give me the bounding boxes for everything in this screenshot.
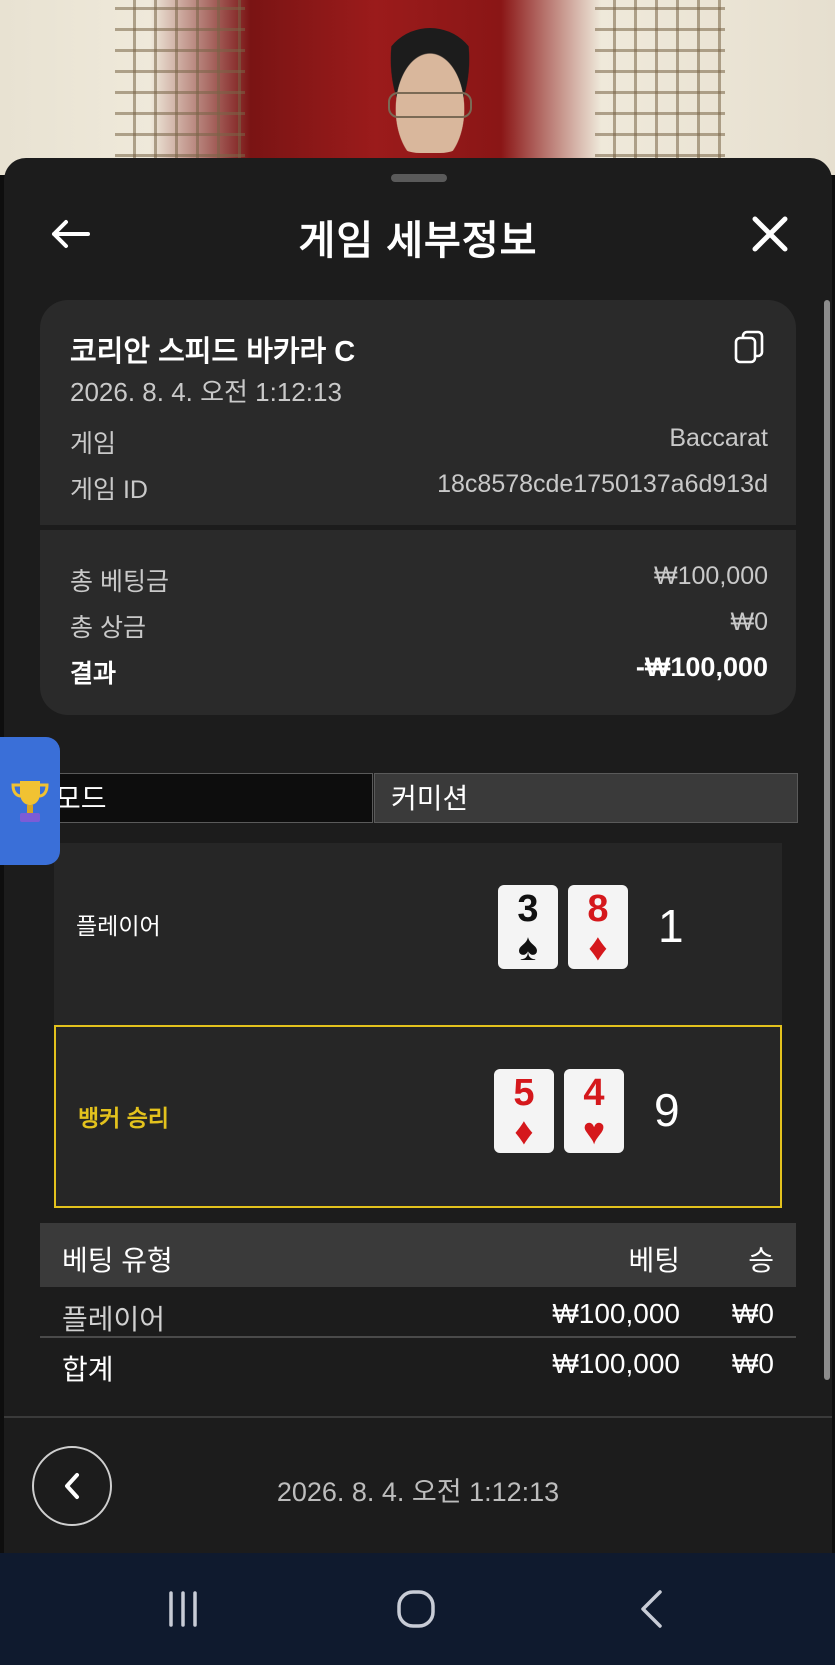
- table-total-row: 합계 ₩100,000 ₩0: [40, 1348, 796, 1398]
- win-amount-header: 승: [748, 1245, 774, 1276]
- card-rank: 4: [583, 1072, 605, 1114]
- bet-summary-card: 총 베팅금 ₩100,000 총 상금 ₩0 결과 -₩100,000: [40, 530, 796, 715]
- mode-tabs: 모드 커미션: [4, 773, 800, 825]
- playing-card: 4 ♥: [564, 1069, 624, 1153]
- bet-amount-header: 베팅: [628, 1245, 680, 1276]
- system-navigation-bar: [0, 1553, 835, 1665]
- scrollbar[interactable]: [824, 300, 830, 1380]
- total-bet-label: 총 베팅금: [70, 568, 169, 596]
- total-bet-value: ₩100,000: [654, 562, 768, 590]
- lattice-decor-right: [595, 0, 725, 175]
- game-type-label: 게임: [70, 430, 117, 458]
- card-rank: 5: [513, 1072, 535, 1114]
- sheet-drag-handle[interactable]: [391, 174, 447, 182]
- home-icon: [397, 1590, 435, 1628]
- page-title: 게임 세부정보: [298, 219, 538, 263]
- close-icon: [752, 216, 788, 252]
- card-rank: 3: [517, 888, 539, 930]
- total-win-label: 총 상금: [70, 614, 146, 642]
- row-divider: [40, 1336, 796, 1338]
- total-win-value: ₩0: [730, 608, 769, 636]
- player-hand-panel: 플레이어 3 ♠ 8 ♦ 1: [54, 843, 782, 1026]
- system-back-button[interactable]: [596, 1553, 706, 1665]
- tab-commission[interactable]: 커미션: [374, 773, 798, 823]
- game-details-sheet: 게임 세부정보 코리안 스피드 바카라 C 2026. 8. 4. 오전 1:1…: [4, 158, 832, 1553]
- copy-icon[interactable]: [734, 330, 764, 364]
- live-video-background: [0, 0, 835, 175]
- banker-hand-panel: 뱅커 승리 5 ♦ 4 ♥ 9: [54, 1025, 782, 1208]
- bet-type-header: 베팅 유형: [62, 1245, 173, 1276]
- banker-win-label: 뱅커 승리: [78, 1105, 170, 1131]
- bet-type: 플레이어: [62, 1304, 166, 1335]
- total-label: 합계: [62, 1354, 114, 1385]
- recent-apps-icon: [169, 1591, 197, 1627]
- card-rank: 8: [587, 888, 609, 930]
- player-score: 1: [658, 900, 684, 952]
- game-datetime: 2026. 8. 4. 오전 1:12:13: [70, 377, 342, 407]
- diamond-icon: ♦: [588, 927, 608, 969]
- footer-divider: [4, 1416, 832, 1418]
- game-type-value: Baccarat: [669, 424, 768, 452]
- game-name: 코리안 스피드 바카라 C: [70, 336, 356, 368]
- lattice-decor-left: [115, 0, 245, 175]
- trophy-icon: [11, 781, 49, 822]
- banker-score: 9: [654, 1084, 680, 1136]
- player-label: 플레이어: [76, 913, 161, 939]
- result-value: -₩100,000: [635, 652, 768, 682]
- bets-table-header: 베팅 유형 베팅 승: [40, 1223, 796, 1287]
- dealer-image: [380, 28, 480, 153]
- close-button[interactable]: [744, 208, 796, 260]
- playing-card: 8 ♦: [568, 885, 628, 969]
- chevron-left-icon: [641, 1590, 662, 1628]
- recent-apps-button[interactable]: [128, 1553, 238, 1665]
- dealer-glasses: [388, 92, 472, 118]
- home-button[interactable]: [361, 1553, 471, 1665]
- spade-icon: ♠: [517, 927, 539, 969]
- playing-card: 3 ♠: [498, 885, 558, 969]
- total-bet-amount: ₩100,000: [552, 1348, 680, 1379]
- result-label: 결과: [70, 660, 117, 688]
- heart-icon: ♥: [582, 1111, 606, 1153]
- diamond-icon: ♦: [514, 1111, 534, 1153]
- bet-amount: ₩100,000: [552, 1298, 680, 1329]
- playing-card: 5 ♦: [494, 1069, 554, 1153]
- total-win-amount: ₩0: [732, 1348, 774, 1379]
- footer-datetime: 2026. 8. 4. 오전 1:12:13: [276, 1477, 560, 1507]
- game-id-label: 게임 ID: [70, 476, 148, 504]
- game-info-card: 코리안 스피드 바카라 C 2026. 8. 4. 오전 1:12:13 게임 …: [40, 300, 796, 525]
- table-row: 플레이어 ₩100,000 ₩0: [40, 1298, 796, 1348]
- trophy-side-button[interactable]: [0, 737, 60, 865]
- game-id-value: 18c8578cde1750137a6d913d: [437, 470, 768, 498]
- win-amount: ₩0: [732, 1298, 774, 1329]
- sheet-header: 게임 세부정보: [4, 198, 832, 270]
